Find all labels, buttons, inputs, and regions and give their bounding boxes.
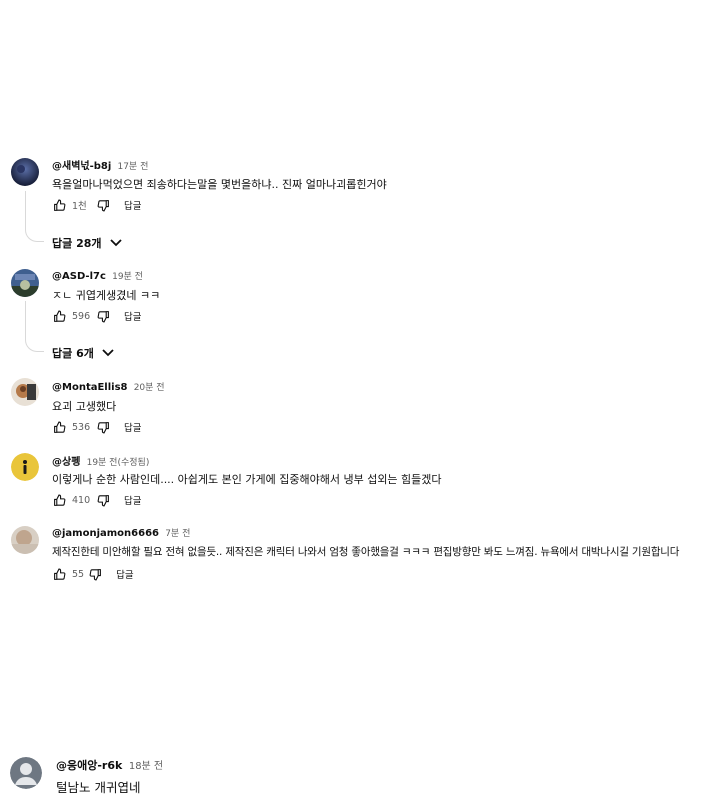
comment-author[interactable]: @새벽넋-b8j [52,161,111,172]
comment-author[interactable]: @상펭 [52,457,80,468]
comment-time[interactable]: 18분 전 [129,761,163,772]
dislike-icon[interactable] [96,493,110,507]
avatar[interactable] [11,158,39,186]
comment-actions: 596 답글 [52,308,141,324]
thread-line [25,301,44,352]
comment-time[interactable]: 20분 전 [134,383,165,393]
dislike-icon[interactable] [96,420,110,434]
comment-text: 욕을얼마나먹었으면 죄송하다는말을 몇번을하냐.. 진짜 얼마나괴롭힌거야 [52,178,387,191]
comment-header: @jamonjamon6666 7분 전 [52,526,190,539]
chevron-down-icon [109,239,122,247]
like-count: 596 [72,310,91,322]
comment-text: 털남노 개귀엽네 [56,780,141,795]
comment-text: 이렇게나 순한 사람인데.... 아쉽게도 본인 가게에 집중해야해서 냉부 섭… [52,473,442,486]
comment-header: @MontaEllis8 20분 전 [52,380,165,393]
like-icon[interactable] [52,309,66,323]
dislike-icon[interactable] [96,198,110,212]
like-count: 1천 [72,201,87,212]
like-count: 55 [72,568,85,580]
comment-author[interactable]: @ASD-l7c [52,271,106,282]
comment-actions: 410 답글 [52,492,141,508]
like-icon[interactable] [52,420,66,434]
reply-button[interactable]: 답글 [116,567,133,581]
comment-header: @ASD-l7c 19분 전 [52,269,143,282]
comment-actions: 55 답글 [52,566,134,582]
view-replies-button[interactable]: 답글 28개 [52,235,122,251]
comment-time[interactable]: 17분 전 [117,162,148,172]
like-icon[interactable] [52,567,66,581]
replies-label: 답글 6개 [52,347,94,360]
thread-line [25,191,44,242]
view-replies-button[interactable]: 답글 6개 [52,345,114,361]
dislike-icon[interactable] [96,309,110,323]
reply-button[interactable]: 답글 [124,309,141,323]
like-count: 536 [72,421,91,433]
avatar[interactable] [11,453,39,481]
comment-text: 제작진한테 미안해할 필요 전혀 없을듯.. 제작진은 캐릭터 나와서 엄청 좋… [52,546,680,558]
comment-time[interactable]: 19분 전 [112,272,143,282]
avatar[interactable] [11,378,39,406]
reply-button[interactable]: 답글 [124,198,141,212]
avatar[interactable] [11,526,39,554]
comment-actions: 536 답글 [52,419,141,435]
comment-header: @새벽넋-b8j 17분 전 [52,157,148,172]
comment-header: @상펭 19분 전(수정됨) [52,453,149,468]
comment-time[interactable]: 7분 전 [165,529,190,539]
comment-header: @응애앙-r6k 18분 전 [56,757,163,773]
comment-author[interactable]: @응애앙-r6k [56,759,122,772]
comment-time[interactable]: 19분 전(수정됨) [87,458,150,468]
comment-text: ㅈㄴ 귀엽게생겼네 ㅋㅋ [52,289,161,302]
avatar[interactable] [10,757,42,789]
like-count: 410 [72,494,91,506]
like-icon[interactable] [52,493,66,507]
dislike-icon[interactable] [88,567,102,581]
reply-button[interactable]: 답글 [124,493,141,507]
comment-author[interactable]: @MontaEllis8 [52,382,128,393]
avatar[interactable] [11,269,39,297]
like-icon[interactable] [52,198,66,212]
comment-actions: 1천 답글 [52,197,141,213]
chevron-down-icon [102,349,114,357]
comment-text: 요괴 고생했다 [52,400,117,413]
reply-button[interactable]: 답글 [124,420,141,434]
comment-author[interactable]: @jamonjamon6666 [52,528,159,539]
replies-label: 답글 28개 [52,237,102,250]
